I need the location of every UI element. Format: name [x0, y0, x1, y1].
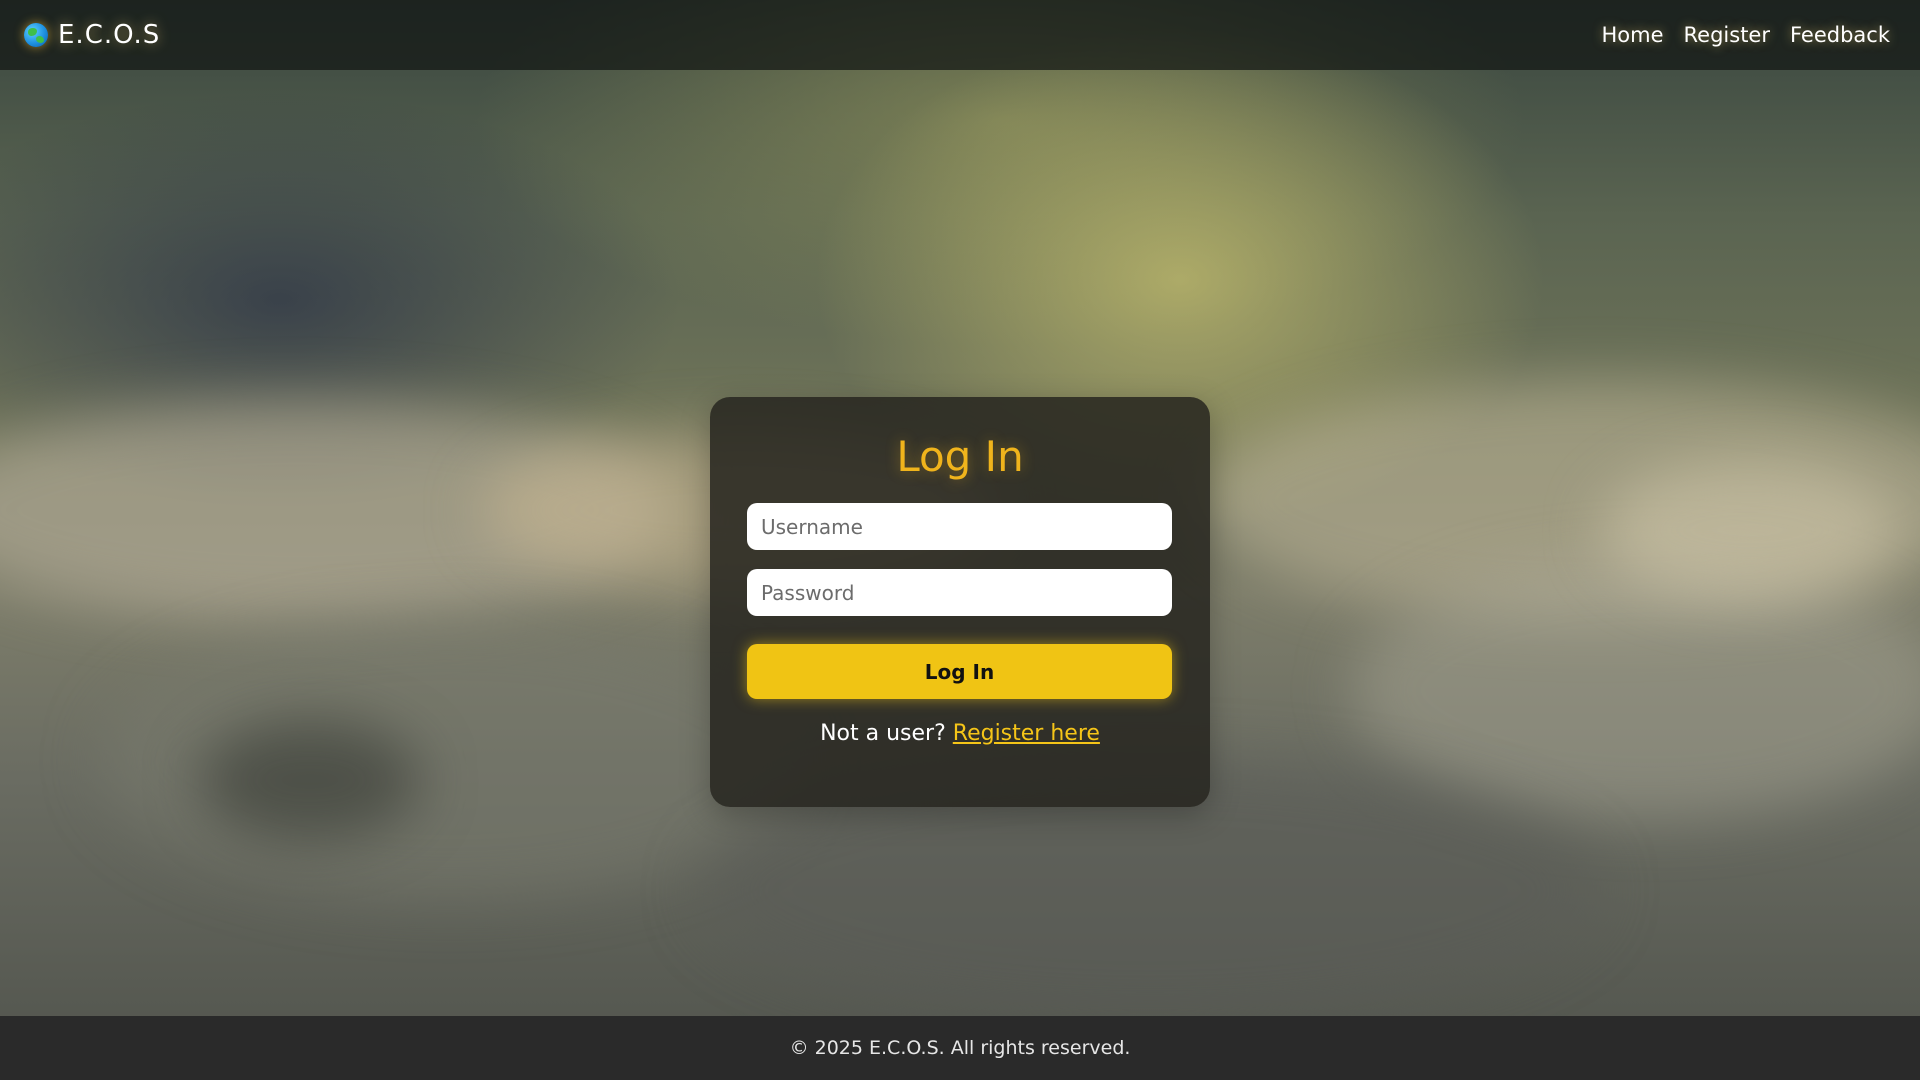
login-title: Log In — [896, 432, 1024, 481]
username-input[interactable] — [747, 503, 1172, 550]
brand-logo[interactable]: E.C.O.S — [24, 20, 160, 50]
globe-icon — [24, 23, 48, 47]
login-card: Log In Log In Not a user? Register here — [710, 397, 1210, 807]
password-input[interactable] — [747, 569, 1172, 616]
brand-name: E.C.O.S — [58, 20, 161, 50]
background-cloud — [1600, 460, 1900, 600]
login-button[interactable]: Log In — [747, 644, 1172, 699]
page-footer: © 2025 E.C.O.S. All rights reserved. — [0, 1016, 1920, 1080]
background-cloud — [200, 720, 420, 840]
nav-link-home[interactable]: Home — [1602, 23, 1664, 47]
register-prompt: Not a user? Register here — [747, 721, 1173, 746]
nav-link-feedback[interactable]: Feedback — [1790, 23, 1890, 47]
nav-link-register[interactable]: Register — [1684, 23, 1770, 47]
background-cloud — [1350, 560, 1920, 820]
copyright-text: © 2025 E.C.O.S. All rights reserved. — [789, 1037, 1131, 1059]
main-nav: Home Register Feedback — [1602, 23, 1891, 47]
register-prompt-text: Not a user? — [820, 721, 946, 746]
register-link[interactable]: Register here — [953, 721, 1100, 746]
top-navbar: E.C.O.S Home Register Feedback — [0, 0, 1920, 70]
